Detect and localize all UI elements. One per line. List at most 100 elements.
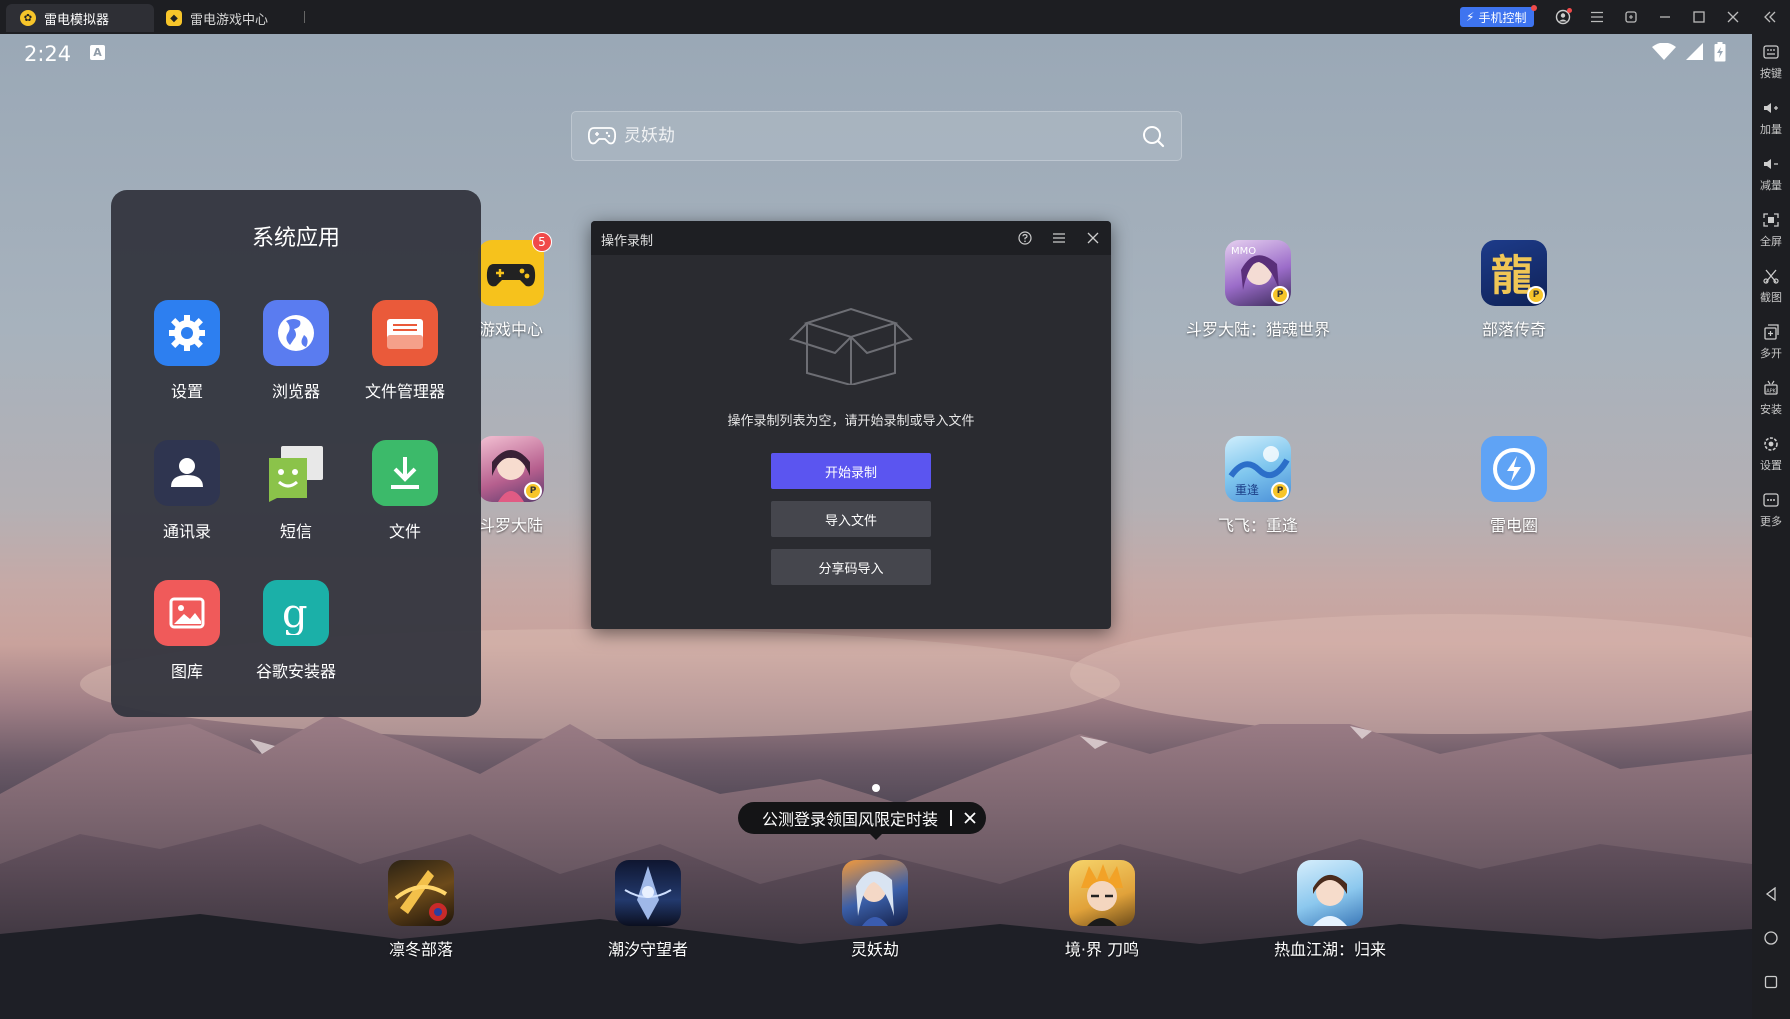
tab-emulator[interactable]: ✿ 雷电模拟器 — [6, 4, 154, 32]
app-label: 设置 — [170, 382, 203, 401]
dock-app-rexue[interactable]: 热血江湖：归来 — [1255, 860, 1405, 960]
app-label: 谷歌安装器 — [255, 662, 336, 681]
app-contacts[interactable]: 通讯录 — [127, 440, 247, 542]
sidebar-item-volume-up[interactable]: 加量 — [1752, 94, 1790, 146]
apk-install-icon: APK — [1761, 378, 1781, 398]
toast-pointer — [868, 832, 884, 840]
tab-game-center[interactable]: ◆ 雷电游戏中心 — [152, 4, 302, 32]
more-icon — [1761, 490, 1781, 510]
app-feifei[interactable]: 重逢 P 飞飞：重逢 — [1183, 436, 1333, 536]
app-label: 部落传奇 — [1481, 320, 1546, 339]
gamepad-icon: ◆ — [166, 10, 182, 26]
share-code-import-button[interactable]: 分享码导入 — [771, 549, 931, 585]
multi-instance-icon — [1761, 322, 1781, 342]
fullscreen-icon — [1761, 210, 1781, 230]
app-label: 斗罗大陆 — [478, 516, 543, 535]
sidebar-item-volume-down[interactable]: 减量 — [1752, 150, 1790, 202]
promo-toast: 公测登录领国风限定时装 — [738, 802, 987, 834]
sidebar-label: 截图 — [1760, 291, 1782, 304]
sidebar-item-keymap[interactable]: 按键 — [1752, 38, 1790, 90]
tab-label: 雷电模拟器 — [44, 12, 110, 28]
svg-text:MMO: MMO — [1231, 246, 1256, 257]
app-label: 雷电圈 — [1489, 516, 1538, 535]
sidebar-item-screenshot[interactable]: 截图 — [1752, 262, 1790, 314]
svg-text:g: g — [282, 591, 308, 635]
messages-icon — [263, 440, 329, 506]
recent-apps-icon[interactable] — [1761, 972, 1781, 992]
menu-icon[interactable] — [1050, 229, 1068, 247]
sidebar-item-fullscreen[interactable]: 全屏 — [1752, 206, 1790, 258]
close-icon[interactable] — [1084, 229, 1102, 247]
svg-text:重逢: 重逢 — [1235, 483, 1259, 497]
app-file-manager[interactable]: 文件管理器 — [345, 300, 465, 402]
app-google-installer[interactable]: g 谷歌安装器 — [236, 580, 356, 682]
app-label: 游戏中心 — [478, 320, 543, 339]
dock-app-chaoxi[interactable]: 潮汐守望者 — [573, 860, 723, 960]
search-bar[interactable] — [571, 111, 1182, 161]
sidebar-item-more[interactable]: 更多 — [1752, 486, 1790, 538]
sidebar-label: 多开 — [1760, 347, 1782, 360]
tab-label: 雷电游戏中心 — [190, 12, 269, 28]
back-icon[interactable] — [1761, 884, 1781, 904]
maximize-icon[interactable] — [1690, 8, 1708, 26]
app-label: 图库 — [170, 662, 203, 681]
sidebar-label: 设置 — [1760, 459, 1782, 472]
file-manager-icon — [372, 300, 438, 366]
start-recording-button[interactable]: 开始录制 — [771, 453, 931, 489]
sidebar-item-install[interactable]: APK 安装 — [1752, 374, 1790, 426]
import-file-button[interactable]: 导入文件 — [771, 501, 931, 537]
volume-down-icon — [1761, 154, 1781, 174]
dock-app-lingyaojie[interactable]: 灵妖劫 — [800, 860, 950, 960]
toast-separator — [950, 810, 953, 826]
help-icon[interactable] — [1016, 229, 1034, 247]
signal-icon — [1686, 43, 1703, 60]
menu-icon[interactable] — [1588, 8, 1606, 26]
restore-icon[interactable] — [1622, 8, 1640, 26]
sidebar-item-settings[interactable]: 设置 — [1752, 430, 1790, 482]
app-files[interactable]: 文件 — [345, 440, 465, 542]
app-buluo-chuanqi[interactable]: 龍 P 部落传奇 — [1439, 240, 1589, 340]
google-installer-icon: g — [263, 580, 329, 646]
notification-badge: 5 — [532, 232, 552, 252]
sidebar-label: 全屏 — [1760, 235, 1782, 248]
dock-app-lindong[interactable]: 凛冬部落 — [346, 860, 496, 960]
close-icon[interactable] — [1724, 8, 1742, 26]
status-time: 2:24 — [24, 42, 72, 66]
sidebar-item-multi-instance[interactable]: 多开 — [1752, 318, 1790, 370]
leidian-logo-icon: ✿ — [20, 10, 36, 26]
app-label: 短信 — [279, 522, 312, 541]
buluo-chuanqi-icon: 龍 P — [1481, 240, 1547, 306]
app-leidian-circle[interactable]: 雷电圈 — [1439, 436, 1589, 536]
search-icon[interactable] — [1141, 124, 1165, 148]
gallery-image-icon — [154, 580, 220, 646]
minimize-icon[interactable] — [1656, 8, 1674, 26]
dock-app-jingjie[interactable]: 境·界 刀鸣 — [1027, 860, 1177, 960]
title-bar: ✿ 雷电模拟器 ◆ 雷电游戏中心 ⚡ 手机控制 — [0, 0, 1790, 34]
page-indicator — [872, 784, 880, 792]
collapse-icon[interactable] — [1761, 8, 1779, 26]
app-gallery[interactable]: 图库 — [127, 580, 247, 682]
app-label: 凛冬部落 — [388, 940, 453, 959]
app-browser[interactable]: 浏览器 — [236, 300, 356, 402]
notification-dot — [1531, 5, 1538, 11]
close-icon[interactable] — [964, 809, 976, 828]
app-douluo-hunter[interactable]: MMO P 斗罗大陆：猎魂世界 — [1183, 240, 1333, 340]
leidian-circle-icon — [1481, 436, 1547, 502]
app-messages[interactable]: 短信 — [236, 440, 356, 542]
status-icons — [1652, 42, 1726, 62]
home-icon[interactable] — [1761, 928, 1781, 948]
app-settings[interactable]: 设置 — [127, 300, 247, 402]
sidebar-label: 更多 — [1760, 515, 1782, 528]
phone-control-button[interactable]: ⚡ 手机控制 — [1460, 5, 1538, 27]
phone-control-label: 手机控制 — [1478, 10, 1527, 25]
app-label: 文件管理器 — [364, 382, 445, 401]
sidebar-label: 按键 — [1760, 67, 1782, 80]
tab-divider — [304, 11, 305, 23]
search-input[interactable] — [624, 126, 1141, 146]
app-label: 潮汐守望者 — [607, 940, 688, 959]
account-icon[interactable] — [1554, 8, 1572, 26]
empty-box-icon — [789, 307, 913, 385]
leidian-badge-icon: P — [1271, 286, 1289, 304]
game-center-icon: 5 — [478, 232, 552, 306]
browser-globe-icon — [263, 300, 329, 366]
